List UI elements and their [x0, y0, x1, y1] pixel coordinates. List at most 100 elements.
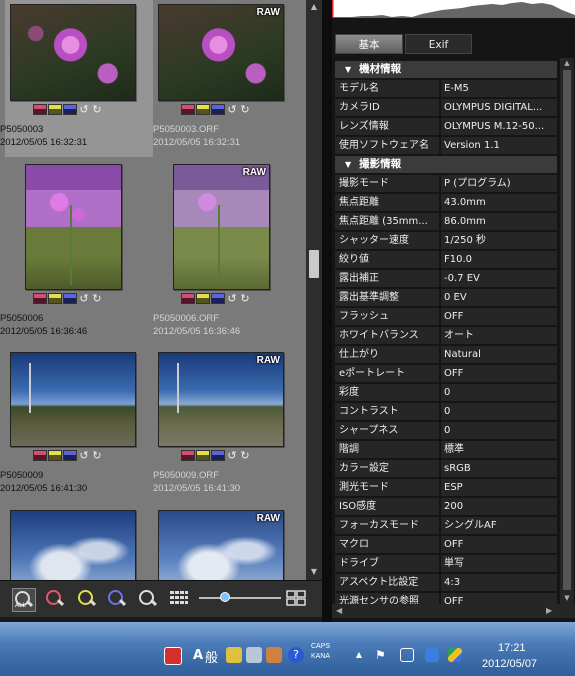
- info-value: OLYMPUS DIGITAL...: [441, 99, 557, 116]
- blue-tag-icon[interactable]: [211, 293, 225, 304]
- info-row: 使用ソフトウェア名 Version 1.1: [335, 137, 557, 155]
- thumbnail-filename: P5050003: [0, 124, 44, 135]
- rotate-left-icon[interactable]: ↺: [226, 104, 238, 115]
- thumbnail-image-landscape-raw[interactable]: RAW: [158, 352, 284, 447]
- info-label: 使用ソフトウェア名: [335, 137, 439, 154]
- rotate-right-icon[interactable]: ↻: [91, 104, 103, 115]
- blue-tag-icon[interactable]: [211, 104, 225, 115]
- clock-date[interactable]: 2012/05/07: [482, 658, 537, 670]
- thumbnail-scrollbar[interactable]: ▲ ▼: [306, 0, 322, 580]
- drive-icon[interactable]: [448, 648, 462, 662]
- red-tag-icon[interactable]: [33, 104, 47, 115]
- show-hidden-icons-button[interactable]: ▲: [354, 650, 364, 660]
- thumbnail-size-slider-track[interactable]: [199, 597, 281, 599]
- thumbnail-image-sky[interactable]: [10, 510, 136, 580]
- ime-conversion-mode[interactable]: 般: [205, 647, 218, 666]
- search-yellow-button[interactable]: [76, 588, 98, 610]
- yellow-tag-icon[interactable]: [196, 450, 210, 461]
- scroll-down-icon[interactable]: ▼: [562, 594, 572, 604]
- info-value: 0: [441, 422, 557, 439]
- thumbnail-size-slider[interactable]: [220, 592, 230, 602]
- info-panel-scrollbar[interactable]: ▲ ▼: [560, 58, 574, 606]
- rotate-left-icon[interactable]: ↺: [78, 293, 90, 304]
- kana-label: KANA: [311, 653, 331, 660]
- yellow-tag-icon[interactable]: [196, 293, 210, 304]
- thumbnail-filename: P5050006: [0, 313, 44, 324]
- rotate-right-icon[interactable]: ↻: [91, 293, 103, 304]
- flag-icon[interactable]: ⚑: [375, 648, 389, 662]
- scrollbar-thumb[interactable]: [309, 250, 319, 278]
- compare-view-button[interactable]: [286, 588, 308, 610]
- pane-divider[interactable]: [322, 0, 332, 640]
- scrollbar-thumb[interactable]: [563, 70, 571, 590]
- info-label: シャッター速度: [335, 232, 439, 249]
- section-header[interactable]: ▼ 機材情報: [335, 61, 557, 78]
- clock-time[interactable]: 17:21: [498, 642, 526, 654]
- thumbnail-image-flower-field-raw[interactable]: RAW: [173, 164, 270, 290]
- scroll-right-icon[interactable]: ▶: [546, 606, 552, 615]
- yellow-tag-icon[interactable]: [48, 293, 62, 304]
- dropbox-icon[interactable]: [425, 648, 439, 662]
- network-icon[interactable]: [400, 648, 414, 662]
- scroll-up-icon[interactable]: ▲: [562, 59, 572, 69]
- search-button[interactable]: [137, 588, 159, 610]
- yellow-tag-icon[interactable]: [196, 104, 210, 115]
- info-panel-hscrollbar[interactable]: ◀ ▶: [332, 604, 575, 618]
- blue-tag-icon[interactable]: [63, 104, 77, 115]
- blue-tag-icon[interactable]: [211, 450, 225, 461]
- ime-input-mode[interactable]: A: [193, 648, 203, 663]
- info-value: -0.7 EV: [441, 270, 557, 287]
- info-row: 撮影モード P (プログラム): [335, 175, 557, 193]
- thumbnail-image-sky-raw[interactable]: RAW: [158, 510, 284, 580]
- dictionary-icon[interactable]: [226, 647, 242, 663]
- thumbnail-image-flower-closeup-raw[interactable]: RAW: [158, 4, 284, 101]
- collapse-chevron-icon[interactable]: ▼: [345, 61, 351, 78]
- shield-icon[interactable]: [164, 647, 182, 665]
- thumbnail-image-landscape[interactable]: [10, 352, 136, 447]
- blue-tag-icon[interactable]: [63, 293, 77, 304]
- yellow-tag-icon[interactable]: [48, 450, 62, 461]
- info-row: カラー設定 sRGB: [335, 460, 557, 478]
- scroll-left-icon[interactable]: ◀: [336, 606, 342, 615]
- rotate-left-icon[interactable]: ↺: [78, 450, 90, 461]
- rotate-right-icon[interactable]: ↻: [91, 450, 103, 461]
- histogram: [332, 0, 575, 18]
- red-tag-icon[interactable]: [181, 293, 195, 304]
- red-tag-icon[interactable]: [33, 450, 47, 461]
- grid-view-button[interactable]: [169, 588, 191, 610]
- rotate-right-icon[interactable]: ↻: [239, 104, 251, 115]
- search-all-button[interactable]: ALL: [12, 588, 36, 612]
- section-title: 機材情報: [359, 63, 402, 75]
- red-tag-icon[interactable]: [33, 293, 47, 304]
- tab-exif[interactable]: Exif: [405, 34, 472, 54]
- thumbnail-image-flower-field[interactable]: [25, 164, 122, 290]
- search-red-button[interactable]: [44, 588, 66, 610]
- pad-icon[interactable]: [246, 647, 262, 663]
- rotate-left-icon[interactable]: ↺: [78, 104, 90, 115]
- search-blue-button[interactable]: [106, 588, 128, 610]
- rotate-right-icon[interactable]: ↻: [239, 450, 251, 461]
- collapse-chevron-icon[interactable]: ▼: [345, 156, 351, 173]
- thumbnail-image-flower-closeup[interactable]: [10, 4, 136, 101]
- info-value: 200: [441, 498, 557, 515]
- info-row: 彩度 0: [335, 384, 557, 402]
- tab-basic[interactable]: 基本: [335, 34, 403, 54]
- section-header[interactable]: ▼ 撮影情報: [335, 156, 557, 173]
- info-row: 焦点距離 (35mm... 86.0mm: [335, 213, 557, 231]
- rotate-left-icon[interactable]: ↺: [226, 450, 238, 461]
- raw-badge: RAW: [242, 167, 266, 178]
- scroll-up-icon[interactable]: ▲: [309, 2, 319, 12]
- info-value: OFF: [441, 536, 557, 553]
- info-row: ホワイトバランス オート: [335, 327, 557, 345]
- red-tag-icon[interactable]: [181, 104, 195, 115]
- scroll-down-icon[interactable]: ▼: [309, 567, 319, 577]
- grid-view-icon: [170, 591, 188, 604]
- rotate-left-icon[interactable]: ↺: [226, 293, 238, 304]
- yellow-tag-icon[interactable]: [48, 104, 62, 115]
- tool-icon[interactable]: [266, 647, 282, 663]
- rotate-right-icon[interactable]: ↻: [239, 293, 251, 304]
- blue-tag-icon[interactable]: [63, 450, 77, 461]
- red-tag-icon[interactable]: [181, 450, 195, 461]
- info-label: ホワイトバランス: [335, 327, 439, 344]
- help-icon[interactable]: ?: [288, 647, 304, 663]
